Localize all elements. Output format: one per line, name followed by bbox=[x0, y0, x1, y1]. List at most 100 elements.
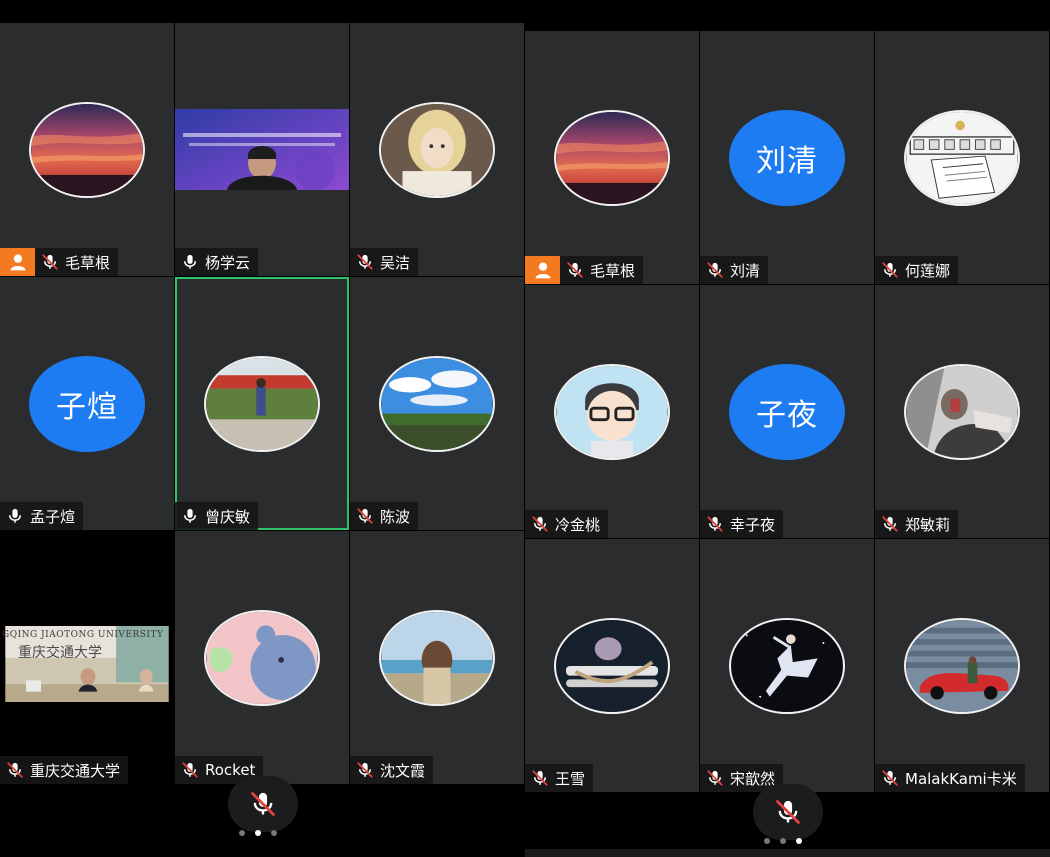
host-person-icon bbox=[0, 248, 35, 276]
name-bar: 吴洁 bbox=[350, 248, 419, 276]
name-bar: 幸子夜 bbox=[700, 510, 784, 538]
mic-muted-icon bbox=[774, 798, 802, 826]
participant-tile[interactable]: MalakKami卡米 bbox=[875, 539, 1049, 792]
name-tag: 何莲娜 bbox=[875, 256, 959, 284]
page-dot[interactable] bbox=[796, 838, 802, 844]
sky-photo-avatar bbox=[379, 356, 495, 452]
mic-muted-icon bbox=[881, 515, 905, 533]
participant-name: 何莲娜 bbox=[905, 261, 951, 280]
participant-tile[interactable]: 毛草根 bbox=[525, 31, 699, 284]
seaside-photo-avatar bbox=[379, 610, 495, 706]
mic-muted-icon bbox=[566, 261, 590, 279]
video-banner-en: GQING JIAOTONG UNIVERSITY bbox=[2, 630, 164, 640]
name-bar: 沈文霞 bbox=[350, 756, 434, 784]
name-bar: 陈波 bbox=[350, 502, 419, 530]
page-dot[interactable] bbox=[764, 838, 770, 844]
participant-tile[interactable]: 子夜 幸子夜 bbox=[700, 285, 874, 538]
name-tag: 幸子夜 bbox=[700, 510, 784, 538]
name-bar: 毛草根 bbox=[0, 248, 119, 276]
participant-tile[interactable]: Rocket bbox=[175, 531, 349, 784]
mic-muted-icon bbox=[356, 253, 380, 271]
mic-muted-icon bbox=[181, 761, 205, 779]
name-tag: 毛草根 bbox=[560, 256, 644, 284]
participant-tile[interactable]: 子煊 孟子煊 bbox=[0, 277, 174, 530]
video-feed bbox=[175, 109, 349, 190]
participant-tile[interactable]: 毛草根 bbox=[0, 23, 174, 276]
page-dot[interactable] bbox=[255, 830, 261, 836]
name-tag: 王雪 bbox=[525, 764, 594, 792]
mic-icon bbox=[181, 507, 205, 525]
participant-tile[interactable]: GQING JIAOTONG UNIVERSITY 重庆交通大学 重庆交通大学 bbox=[0, 531, 174, 784]
meeting-pane-left: 毛草根 杨学云 吴洁子煊 孟子煊 曾庆敏 陈波 GQING JIAOTONG UN… bbox=[0, 0, 525, 857]
name-bar: 重庆交通大学 bbox=[0, 756, 129, 784]
participant-name: 重庆交通大学 bbox=[30, 761, 121, 780]
name-tag: MalakKami卡米 bbox=[875, 764, 1025, 792]
video-banner-cn: 重庆交通大学 bbox=[18, 645, 102, 661]
meeting-pane-right: 毛草根 刘清 刘清 何莲娜 冷金桃 子夜 幸子夜 郑敏莉 王雪 宋歆然 MalakK… bbox=[525, 0, 1050, 857]
mic-muted-icon bbox=[881, 769, 905, 787]
page-dot[interactable] bbox=[239, 830, 245, 836]
name-bar: 刘清 bbox=[700, 256, 769, 284]
initials-avatar: 子夜 bbox=[729, 364, 845, 460]
name-bar: 何莲娜 bbox=[875, 256, 959, 284]
name-tag: 沈文霞 bbox=[350, 756, 434, 784]
name-tag: 陈波 bbox=[350, 502, 419, 530]
name-tag: 冷金桃 bbox=[525, 510, 609, 538]
bear-illustration-avatar bbox=[204, 610, 320, 706]
host-person-icon bbox=[525, 256, 560, 284]
participant-tile[interactable]: 王雪 bbox=[525, 539, 699, 792]
garden-photo-avatar bbox=[204, 356, 320, 452]
participant-tile[interactable]: 吴洁 bbox=[350, 23, 524, 276]
participant-tile[interactable]: 沈文霞 bbox=[350, 531, 524, 784]
mic-icon bbox=[6, 507, 30, 525]
newspaper-sketch-avatar bbox=[904, 110, 1020, 206]
mute-toggle-button[interactable] bbox=[228, 776, 298, 832]
mic-muted-icon bbox=[531, 769, 555, 787]
mic-muted-icon bbox=[706, 261, 730, 279]
bw-portrait-avatar bbox=[904, 364, 1020, 460]
participant-tile[interactable]: 刘清 刘清 bbox=[700, 31, 874, 284]
participant-name: 孟子煊 bbox=[30, 507, 76, 526]
participant-tile[interactable]: 杨学云 bbox=[175, 23, 349, 276]
participant-tile[interactable]: 陈波 bbox=[350, 277, 524, 530]
participant-name: MalakKami卡米 bbox=[905, 769, 1017, 788]
name-tag: 吴洁 bbox=[350, 248, 419, 276]
mic-muted-icon bbox=[706, 515, 730, 533]
participant-name: 陈波 bbox=[380, 507, 411, 526]
participant-name: 毛草根 bbox=[65, 253, 111, 272]
page-indicator[interactable] bbox=[764, 838, 802, 844]
participant-tile[interactable]: 冷金桃 bbox=[525, 285, 699, 538]
participant-tile[interactable]: 曾庆敏 bbox=[175, 277, 349, 530]
participant-name: 幸子夜 bbox=[730, 515, 776, 534]
page-dot[interactable] bbox=[780, 838, 786, 844]
page-indicator[interactable] bbox=[239, 830, 277, 836]
initials-avatar: 子煊 bbox=[29, 356, 145, 452]
mic-muted-icon bbox=[531, 515, 555, 533]
participant-name: 冷金桃 bbox=[555, 515, 601, 534]
mic-muted-icon bbox=[356, 507, 380, 525]
participant-name: 沈文霞 bbox=[380, 761, 426, 780]
participant-name: 刘清 bbox=[730, 261, 761, 280]
participant-tile[interactable]: 郑敏莉 bbox=[875, 285, 1049, 538]
mic-muted-icon bbox=[249, 790, 277, 818]
name-tag: 杨学云 bbox=[175, 248, 259, 276]
mic-muted-icon bbox=[6, 761, 30, 779]
participant-name: 杨学云 bbox=[205, 253, 251, 272]
participant-name: 吴洁 bbox=[380, 253, 411, 272]
mic-muted-icon bbox=[41, 253, 65, 271]
participant-name: 郑敏莉 bbox=[905, 515, 951, 534]
participant-tile[interactable]: 何莲娜 bbox=[875, 31, 1049, 284]
name-bar: 冷金桃 bbox=[525, 510, 609, 538]
name-bar: 郑敏莉 bbox=[875, 510, 959, 538]
page-dot[interactable] bbox=[271, 830, 277, 836]
mic-muted-icon bbox=[881, 261, 905, 279]
name-tag: 刘清 bbox=[700, 256, 769, 284]
mute-toggle-button[interactable] bbox=[753, 784, 823, 840]
participant-tile[interactable]: 宋歆然 bbox=[700, 539, 874, 792]
initials-avatar: 刘清 bbox=[729, 110, 845, 206]
name-bar: MalakKami卡米 bbox=[875, 764, 1025, 792]
mic-icon bbox=[181, 253, 205, 271]
name-bar: 孟子煊 bbox=[0, 502, 84, 530]
guitar-photo-avatar bbox=[554, 618, 670, 714]
name-tag: 毛草根 bbox=[35, 248, 119, 276]
